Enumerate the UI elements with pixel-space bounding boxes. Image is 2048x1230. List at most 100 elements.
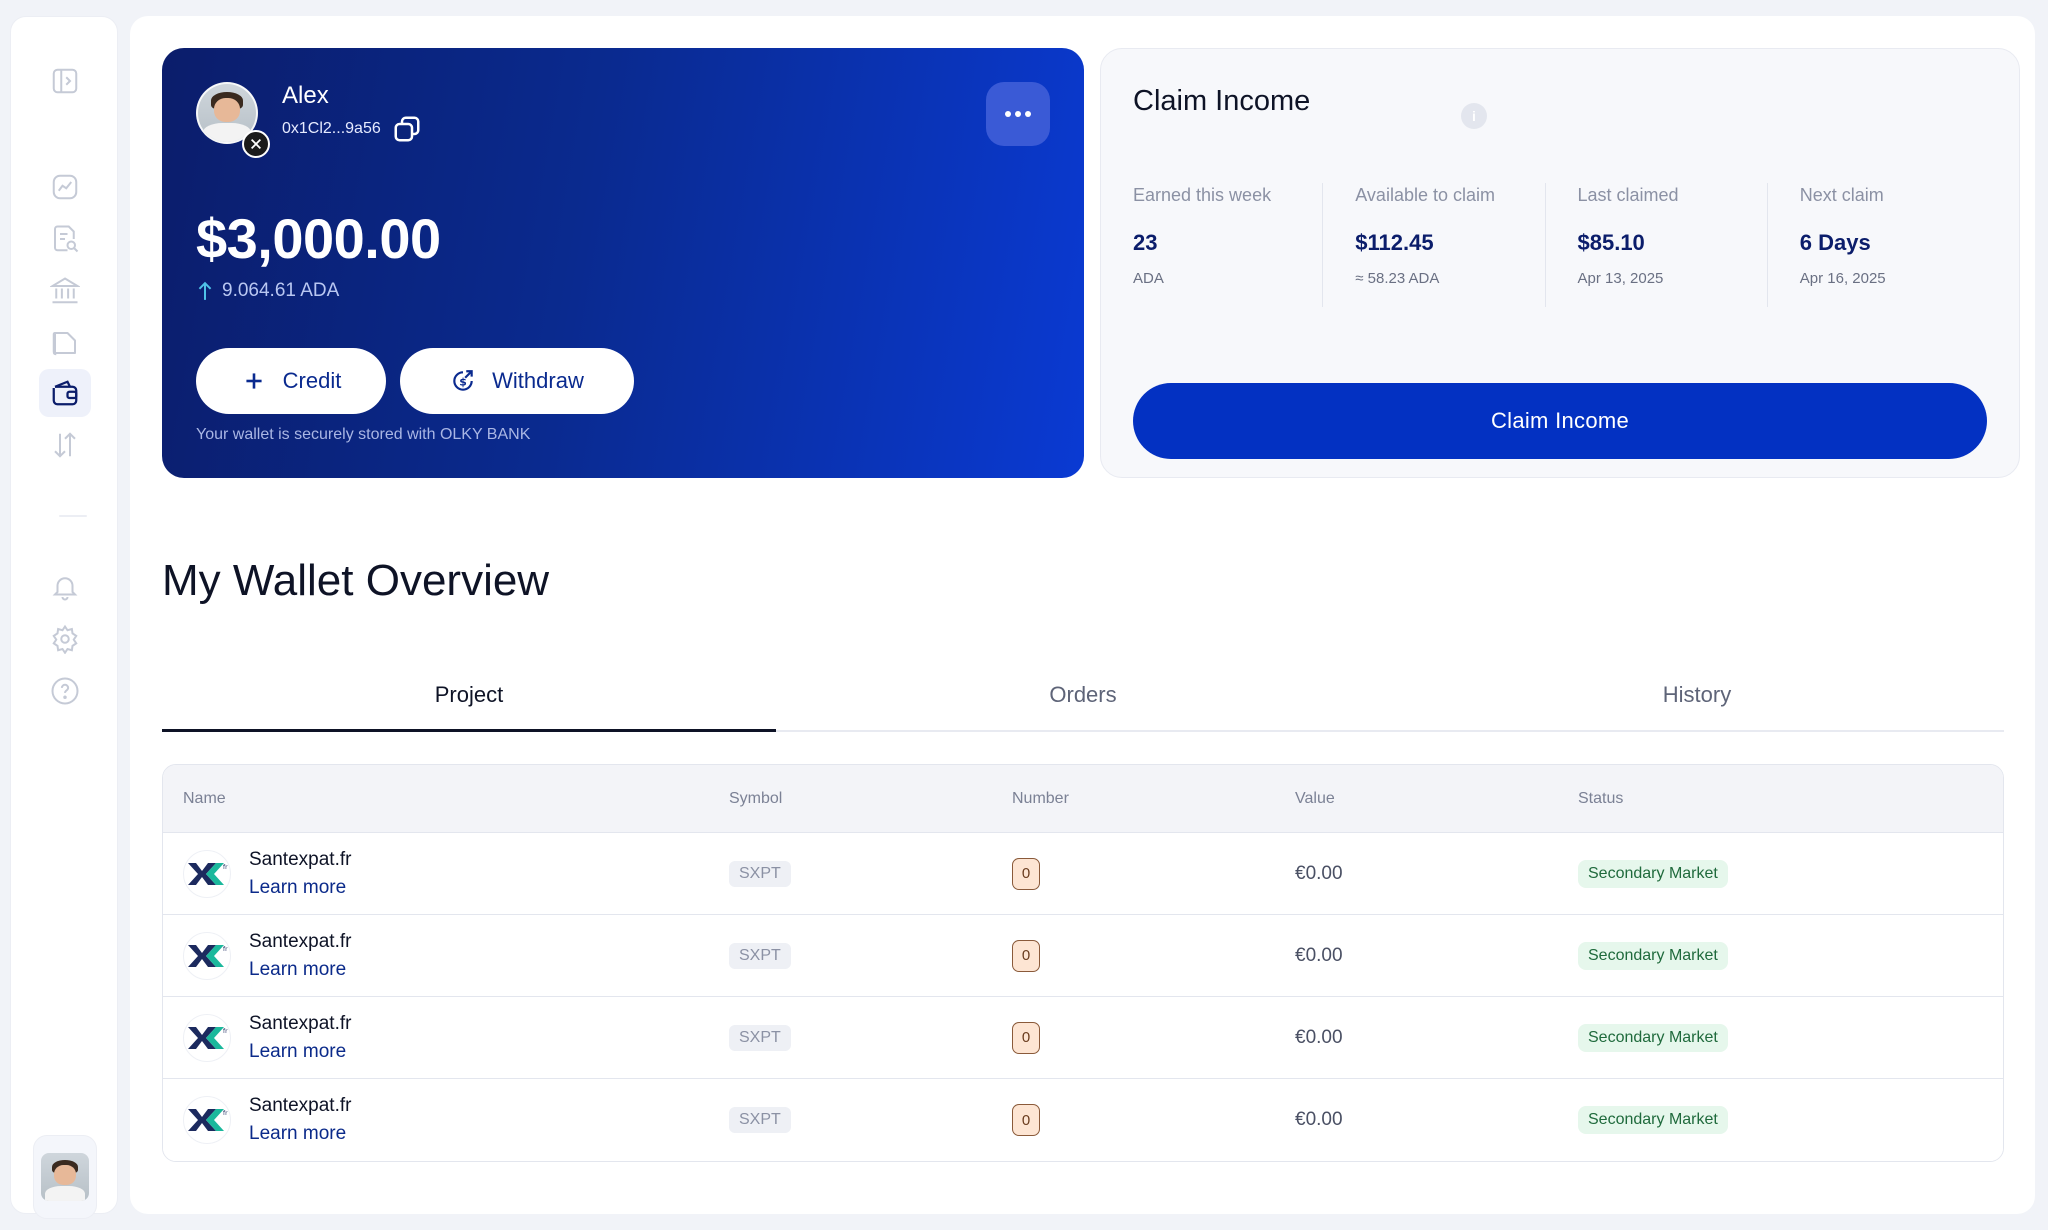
tab-orders[interactable]: Orders <box>776 674 1390 730</box>
panel-toggle-icon[interactable] <box>49 65 81 97</box>
table-row[interactable]: fr Santexpat.fr Learn more SXPT 0 €0.00 … <box>163 1079 2003 1161</box>
number-badge: 0 <box>1012 939 1040 972</box>
value-text: €0.00 <box>1295 1026 1343 1048</box>
overview-tabs: Project Orders History <box>162 674 2004 732</box>
stat-label: Last claimed <box>1577 185 1679 205</box>
number-badge: 0 <box>1012 1021 1040 1054</box>
stat-value: $112.45 <box>1355 230 1434 255</box>
withdraw-label: Withdraw <box>492 368 584 393</box>
santexpat-logo-icon: fr <box>183 1096 231 1144</box>
main-panel: Alex 0x1Cl2...9a56 $3,000.00 9.064.61 AD… <box>130 16 2035 1214</box>
value-text: €0.00 <box>1295 862 1343 884</box>
svg-text:fr: fr <box>223 864 228 871</box>
user-name: Alex <box>282 82 329 109</box>
project-name: Santexpat.fr <box>249 848 352 870</box>
stat-value: $85.10 <box>1577 230 1645 255</box>
gear-icon[interactable] <box>49 623 81 655</box>
tab-history[interactable]: History <box>1390 674 2004 730</box>
table-row[interactable]: fr Santexpat.fr Learn more SXPT 0 €0.00 … <box>163 833 2003 915</box>
project-name: Santexpat.fr <box>249 1012 352 1034</box>
status-badge: Secondary Market <box>1578 1023 1728 1052</box>
column-header-number: Number <box>1012 789 1069 807</box>
learn-more-link[interactable]: Learn more <box>249 1123 351 1145</box>
wallet-address: 0x1Cl2...9a56 <box>282 120 381 137</box>
plus-icon <box>246 373 262 389</box>
ada-amount: 9.064.61 ADA <box>222 280 340 301</box>
ada-balance: 9.064.61 ADA <box>196 280 339 302</box>
info-icon[interactable]: i <box>1461 103 1487 129</box>
project-cell: fr Santexpat.fr Learn more <box>163 1013 729 1063</box>
project-name: Santexpat.fr <box>249 1095 352 1116</box>
stat-value: 6 Days <box>1799 230 1871 255</box>
project-cell: fr Santexpat.fr Learn more <box>163 1095 729 1145</box>
wallet-icon[interactable] <box>39 369 91 417</box>
svg-text:fr: fr <box>223 946 228 953</box>
more-options-button[interactable] <box>986 82 1050 146</box>
project-cell: fr Santexpat.fr Learn more <box>163 931 729 981</box>
help-icon[interactable] <box>49 675 81 707</box>
credit-label: Credit <box>282 368 342 393</box>
column-header-symbol: Symbol <box>729 789 783 807</box>
stat-label: Next claim <box>1799 185 1884 205</box>
copy-icon[interactable] <box>390 112 424 146</box>
value-text: €0.00 <box>1295 1109 1343 1130</box>
stat-label: Available to claim <box>1355 185 1495 205</box>
claim-income-button[interactable]: Claim Income <box>1133 383 1987 459</box>
project-cell: fr Santexpat.fr Learn more <box>163 849 729 899</box>
table-header: Name Symbol Number Value Status <box>163 765 2003 833</box>
number-badge: 0 <box>1012 1104 1040 1136</box>
learn-more-link[interactable]: Learn more <box>249 1041 351 1063</box>
claim-stats: Earned this week 23 ADA Available to cla… <box>1133 183 1989 307</box>
stat-sub: Apr 13, 2025 <box>1577 270 1664 287</box>
network-badge-icon <box>242 130 270 158</box>
stat-available: Available to claim $112.45 ≈ 58.23 ADA <box>1322 183 1544 307</box>
wallet-footnote: Your wallet is securely stored with OLKY… <box>196 426 531 443</box>
projects-table: Name Symbol Number Value Status fr Sante… <box>162 764 2004 1162</box>
table-row[interactable]: fr Santexpat.fr Learn more SXPT 0 €0.00 … <box>163 915 2003 997</box>
stat-sub: Apr 16, 2025 <box>1799 270 1886 287</box>
sidebar-divider <box>59 515 87 517</box>
symbol-badge: SXPT <box>729 1024 791 1051</box>
status-badge: Secondary Market <box>1578 859 1728 888</box>
claim-income-card: Claim Income i Earned this week 23 ADA A… <box>1100 48 2020 478</box>
column-header-value: Value <box>1295 789 1335 807</box>
svg-text:fr: fr <box>223 1110 228 1117</box>
table-row[interactable]: fr Santexpat.fr Learn more SXPT 0 €0.00 … <box>163 997 2003 1079</box>
symbol-badge: SXPT <box>729 860 791 887</box>
coin-withdraw-icon: $ <box>453 370 473 391</box>
withdraw-button[interactable]: $ Withdraw <box>400 348 634 414</box>
chart-line-icon[interactable] <box>49 171 81 203</box>
stat-next-claim: Next claim 6 Days Apr 16, 2025 <box>1766 183 1989 307</box>
stat-sub: ≈ 58.23 ADA <box>1355 270 1440 287</box>
stat-earned: Earned this week 23 ADA <box>1133 183 1322 307</box>
column-header-status: Status <box>1578 789 1624 807</box>
credit-button[interactable]: Credit <box>196 348 386 414</box>
bell-icon[interactable] <box>49 571 81 603</box>
project-name: Santexpat.fr <box>249 930 352 952</box>
wallet-card: Alex 0x1Cl2...9a56 $3,000.00 9.064.61 AD… <box>162 48 1084 478</box>
wallet-balance: $3,000.00 <box>196 207 441 270</box>
santexpat-logo-icon: fr <box>183 1013 231 1062</box>
bank-icon[interactable] <box>49 275 81 307</box>
status-badge: Secondary Market <box>1578 941 1728 970</box>
folder-icon[interactable] <box>49 327 81 359</box>
tab-project[interactable]: Project <box>162 674 776 732</box>
stat-sub: ADA <box>1133 270 1164 287</box>
profile-avatar-button[interactable] <box>33 1135 97 1219</box>
avatar <box>41 1153 89 1201</box>
santexpat-logo-icon: fr <box>183 849 231 898</box>
stat-label: Earned this week <box>1133 185 1272 205</box>
symbol-badge: SXPT <box>729 942 791 969</box>
document-search-icon[interactable] <box>49 223 81 255</box>
transfer-arrows-icon[interactable] <box>49 429 81 461</box>
value-text: €0.00 <box>1295 944 1343 966</box>
number-badge: 0 <box>1012 857 1040 890</box>
claim-title: Claim Income <box>1133 85 1311 117</box>
arrow-up-icon <box>198 281 212 300</box>
stat-last-claimed: Last claimed $85.10 Apr 13, 2025 <box>1544 183 1767 307</box>
column-header-name: Name <box>183 789 226 807</box>
learn-more-link[interactable]: Learn more <box>249 877 351 899</box>
status-badge: Secondary Market <box>1578 1106 1728 1134</box>
symbol-badge: SXPT <box>729 1107 791 1133</box>
learn-more-link[interactable]: Learn more <box>249 959 351 981</box>
